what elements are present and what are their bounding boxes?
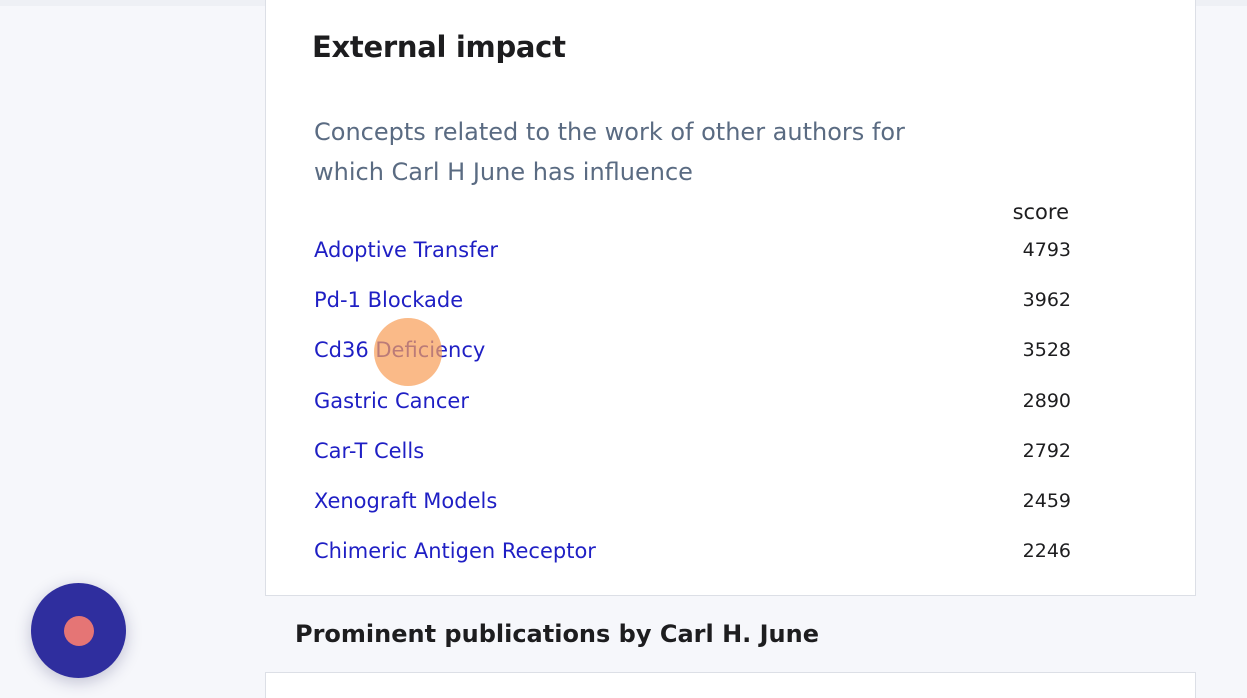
external-impact-title: External impact — [312, 30, 566, 64]
concept-score: 2792 — [1022, 440, 1071, 462]
external-impact-subtitle: Concepts related to the work of other au… — [314, 118, 905, 186]
concept-link-cd36-deficiency[interactable]: Cd36 Deficiency — [314, 338, 485, 362]
concept-row: Car-T Cells 2792 — [314, 434, 1071, 468]
prominent-publications-heading: Prominent publications by Carl H. June — [295, 620, 820, 648]
concept-link-xenograft-models[interactable]: Xenograft Models — [314, 489, 497, 513]
concept-link-pd1-blockade[interactable]: Pd-1 Blockade — [314, 288, 463, 312]
concept-row: Pd-1 Blockade 3962 — [314, 283, 1071, 317]
concept-row: Cd36 Deficiency 3528 — [314, 333, 1071, 367]
concept-link-adoptive-transfer[interactable]: Adoptive Transfer — [314, 238, 498, 262]
concept-row: Chimeric Antigen Receptor 2246 — [314, 534, 1071, 568]
concept-score: 3528 — [1022, 339, 1071, 361]
record-button[interactable] — [31, 583, 126, 678]
publications-card — [265, 672, 1196, 698]
concept-row: Adoptive Transfer 4793 — [314, 233, 1071, 267]
concept-score: 2890 — [1022, 390, 1071, 412]
concept-link-gastric-cancer[interactable]: Gastric Cancer — [314, 389, 469, 413]
concept-link-car-t-cells[interactable]: Car-T Cells — [314, 439, 424, 463]
concept-score: 4793 — [1022, 239, 1071, 261]
score-column-header: score — [1012, 200, 1069, 224]
concept-link-chimeric-antigen-receptor[interactable]: Chimeric Antigen Receptor — [314, 539, 596, 563]
record-dot-icon — [63, 615, 94, 646]
page: External impact Concepts related to the … — [0, 0, 1247, 698]
concept-score: 3962 — [1022, 289, 1071, 311]
external-impact-card: External impact Concepts related to the … — [265, 0, 1196, 596]
concept-row: Gastric Cancer 2890 — [314, 384, 1071, 418]
concept-row: Xenograft Models 2459 — [314, 484, 1071, 518]
concept-score: 2459 — [1022, 490, 1071, 512]
concept-score: 2246 — [1022, 540, 1071, 562]
